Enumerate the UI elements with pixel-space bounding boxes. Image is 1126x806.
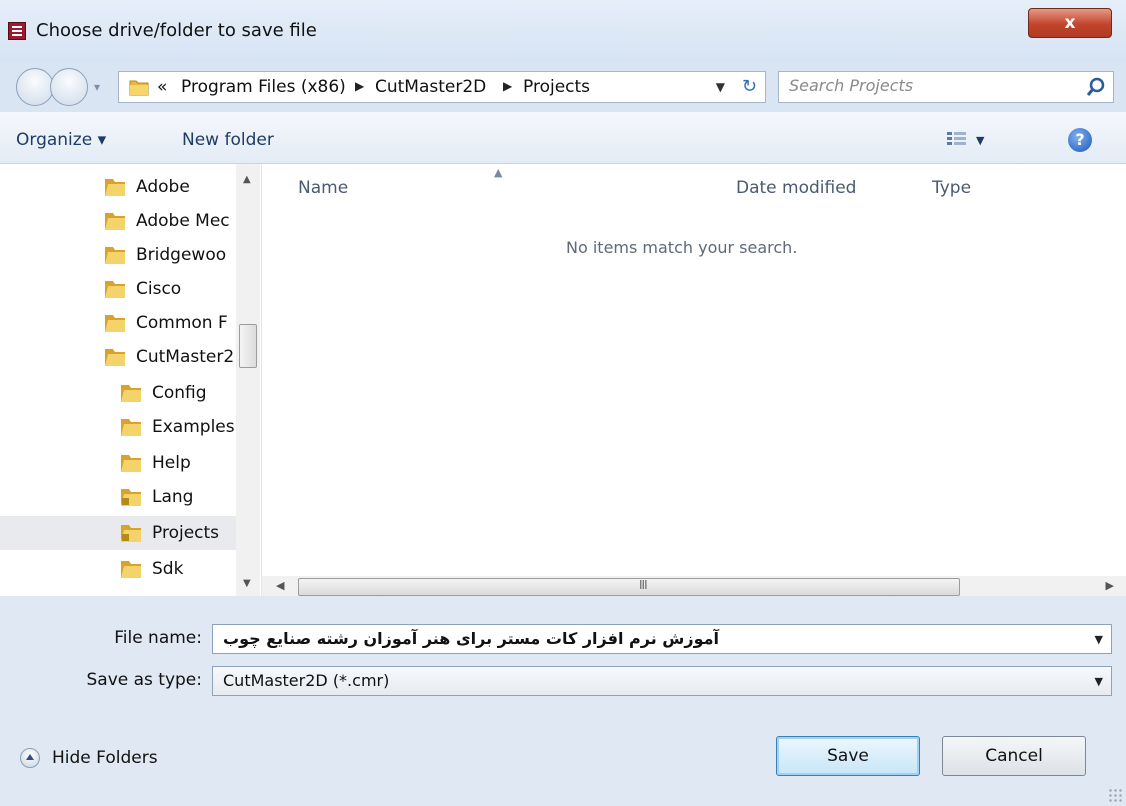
tree-item-label: Common F [136, 313, 228, 333]
tree-item-label: Projects [152, 523, 220, 543]
address-dropdown-icon[interactable]: ▼ [716, 80, 725, 94]
search-icon[interactable] [1085, 76, 1107, 98]
tree-item-label: Sdk [152, 559, 184, 579]
tree-item-label: Lang [152, 487, 194, 507]
scroll-right-icon[interactable]: ▶ [1106, 579, 1114, 592]
breadcrumb-cutmaster2d[interactable]: CutMaster2D [375, 77, 486, 97]
column-header-name[interactable]: Name [298, 178, 348, 198]
tree-item-lang[interactable]: Lang [0, 480, 240, 514]
empty-list-message: No items match your search. [566, 238, 798, 257]
tree-item-common-files[interactable]: Common F [0, 306, 240, 340]
column-header-type[interactable]: Type [932, 178, 971, 198]
tree-item-label: Adobe [136, 177, 190, 197]
file-name-dropdown-icon[interactable]: ▼ [1095, 633, 1103, 646]
nav-vertical-scrollbar[interactable]: ▲ ▼ [236, 164, 260, 596]
folder-icon [105, 349, 125, 366]
tree-item-label: Config [152, 383, 207, 403]
file-list-pane[interactable]: ▲ Name Date modified Type No items match… [262, 164, 1126, 598]
scroll-grip-icon: III [639, 578, 648, 592]
search-input[interactable] [789, 76, 1059, 95]
folder-icon [105, 213, 125, 230]
tree-item-examples[interactable]: Examples [0, 410, 240, 444]
address-bar[interactable]: « Program Files (x86) ▶ CutMaster2D ▶ Pr… [118, 71, 766, 103]
back-button[interactable] [16, 68, 54, 106]
tree-item-adobe[interactable]: Adobe [0, 170, 240, 204]
locked-folder-icon [121, 525, 141, 542]
sort-arrow-icon: ▲ [494, 166, 503, 179]
save-type-label: Save as type: [86, 670, 202, 690]
save-type-select[interactable]: CutMaster2D (*.cmr) ▼ [212, 666, 1112, 696]
file-name-label: File name: [114, 628, 202, 648]
save-type-dropdown-icon[interactable]: ▼ [1095, 675, 1103, 688]
tree-item-cutmaster2d[interactable]: CutMaster2 [0, 340, 240, 374]
breadcrumb-overflow[interactable]: « [157, 77, 167, 97]
column-header-date-modified[interactable]: Date modified [736, 178, 856, 198]
tree-item-cisco[interactable]: Cisco [0, 272, 240, 306]
file-name-field[interactable]: آموزش نرم افزار کات مستر برای هنر آموزان… [212, 624, 1112, 654]
title-bar: Choose drive/folder to save file x [0, 0, 1126, 62]
view-dropdown-icon[interactable]: ▼ [976, 134, 984, 147]
locked-folder-icon [121, 489, 141, 506]
save-type-value: CutMaster2D (*.cmr) [223, 671, 390, 690]
tree-item-label: CutMaster2 [136, 347, 235, 367]
save-form: File name: آموزش نرم افزار کات مستر برای… [0, 596, 1126, 806]
folder-icon [105, 281, 125, 298]
tree-item-label: Adobe Mec [136, 211, 230, 231]
tree-item-help[interactable]: Help [0, 446, 240, 480]
search-box[interactable] [778, 71, 1114, 103]
chevron-right-icon[interactable]: ▶ [355, 79, 364, 93]
scroll-thumb[interactable] [239, 324, 257, 368]
folder-icon [121, 561, 141, 578]
tree-item-bridgewood[interactable]: Bridgewoo [0, 238, 240, 272]
breadcrumb-projects[interactable]: Projects [523, 77, 590, 97]
hide-folders-label: Hide Folders [52, 748, 158, 768]
refresh-icon[interactable]: ↻ [742, 76, 757, 97]
chevron-right-icon[interactable]: ▶ [503, 79, 512, 93]
tree-item-config[interactable]: Config [0, 376, 240, 410]
organize-menu[interactable]: Organize ▾ [16, 130, 106, 150]
cancel-button[interactable]: Cancel [942, 736, 1086, 776]
tree-item-label: Cisco [136, 279, 182, 299]
command-toolbar: Organize ▾ New folder ▼ ? [0, 112, 1126, 164]
breadcrumb-program-files[interactable]: Program Files (x86) [181, 77, 346, 97]
save-button[interactable]: Save [776, 736, 920, 776]
tree-item-sdk[interactable]: Sdk [0, 552, 240, 586]
tree-item-label: Bridgewoo [136, 245, 227, 265]
view-options-icon[interactable] [946, 130, 968, 148]
window-title: Choose drive/folder to save file [36, 20, 317, 41]
folder-icon [121, 455, 141, 472]
recent-pages-dropdown-icon[interactable]: ▾ [94, 80, 100, 94]
tree-item-projects[interactable]: Projects [0, 516, 236, 550]
address-row: ▾ « Program Files (x86) ▶ CutMaster2D ▶ … [0, 62, 1126, 112]
folder-icon [105, 315, 125, 332]
forward-button[interactable] [50, 68, 88, 106]
collapse-up-icon [20, 748, 40, 768]
navigation-pane[interactable]: Adobe Adobe Mec Bridgewoo Cisco Common F… [0, 164, 262, 596]
close-button[interactable]: x [1028, 8, 1112, 38]
resize-grip-icon[interactable] [1108, 788, 1122, 802]
scroll-up-icon[interactable]: ▲ [243, 174, 251, 185]
scroll-left-icon[interactable]: ◀ [276, 579, 284, 592]
folder-icon [105, 247, 125, 264]
folder-icon [105, 179, 125, 196]
file-name-value[interactable]: آموزش نرم افزار کات مستر برای هنر آموزان… [223, 629, 719, 648]
new-folder-button[interactable]: New folder [182, 130, 274, 150]
tree-item-adobe-media[interactable]: Adobe Mec [0, 204, 240, 238]
app-icon [8, 22, 26, 40]
scroll-thumb[interactable]: III [298, 578, 960, 596]
tree-item-label: Help [152, 453, 191, 473]
help-icon[interactable]: ? [1068, 128, 1092, 152]
tree-item-label: Examples [152, 417, 235, 437]
folder-icon [121, 385, 141, 402]
scroll-down-icon[interactable]: ▼ [243, 578, 251, 589]
file-horizontal-scrollbar[interactable]: ◀ III ▶ [262, 576, 1126, 598]
folder-icon [121, 419, 141, 436]
folder-icon [129, 80, 149, 96]
